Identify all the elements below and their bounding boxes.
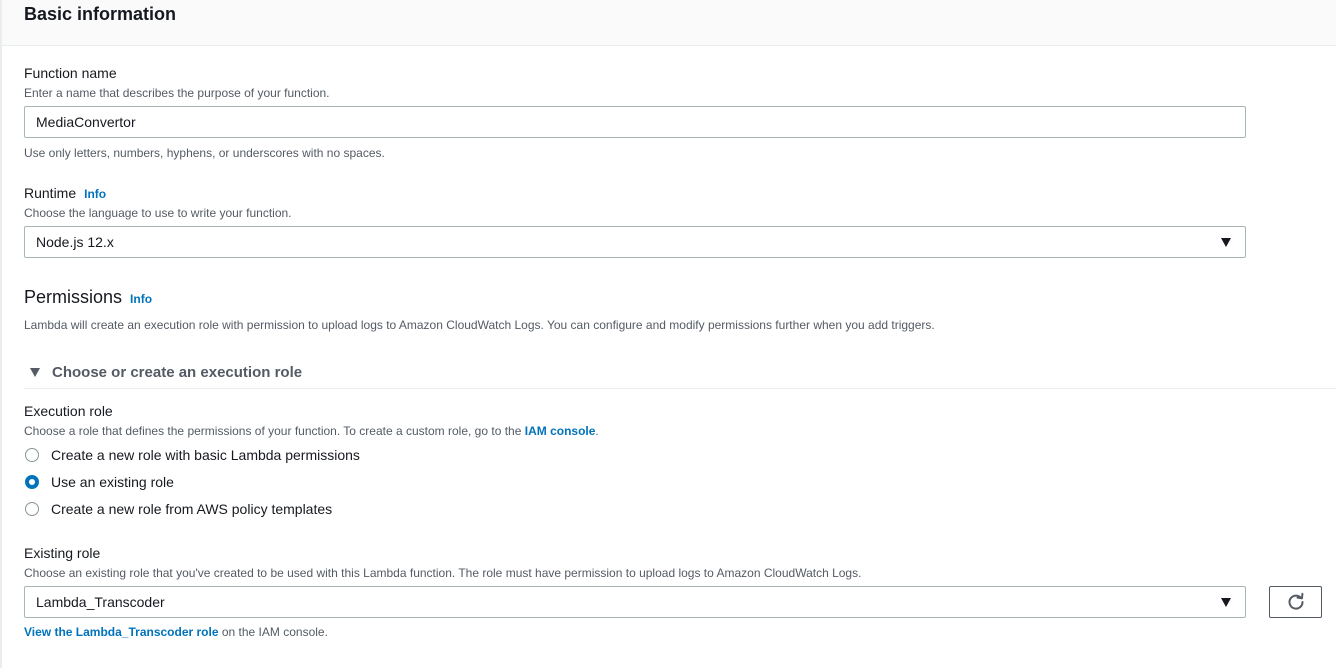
- execution-role-expander[interactable]: Choose or create an execution role: [24, 364, 1336, 389]
- existing-role-label: Existing role: [24, 545, 101, 561]
- radio-label: Use an existing role: [51, 474, 174, 490]
- radio-button[interactable]: [25, 448, 39, 462]
- view-role-link[interactable]: View the Lambda_Transcoder role: [24, 625, 219, 639]
- radio-button-selected[interactable]: [25, 475, 39, 489]
- existing-role-select[interactable]: Lambda_Transcoder: [24, 586, 1246, 618]
- radio-label: Create a new role from AWS policy templa…: [51, 501, 333, 517]
- caret-down-icon: [1221, 238, 1231, 247]
- radio-label: Create a new role with basic Lambda perm…: [51, 447, 360, 463]
- execution-role-description: Choose a role that defines the permissio…: [24, 424, 599, 438]
- refresh-icon: [1288, 592, 1304, 610]
- refresh-roles-button[interactable]: [1269, 586, 1322, 618]
- radio-option-policy-templates[interactable]: Create a new role from AWS policy templa…: [25, 499, 332, 519]
- runtime-info-link[interactable]: Info: [84, 187, 106, 201]
- basic-information-panel: Basic information Function name Enter a …: [0, 0, 1336, 668]
- existing-role-selected-value: Lambda_Transcoder: [36, 594, 165, 610]
- function-name-label: Function name: [24, 65, 117, 81]
- runtime-select[interactable]: Node.js 12.x: [24, 226, 1246, 258]
- function-name-description: Enter a name that describes the purpose …: [24, 86, 330, 100]
- permissions-title: Permissions: [24, 287, 123, 307]
- execution-role-label: Execution role: [24, 403, 113, 419]
- function-name-hint: Use only letters, numbers, hyphens, or u…: [24, 146, 385, 160]
- permissions-description: Lambda will create an execution role wit…: [24, 318, 935, 332]
- view-role-row: View the Lambda_Transcoder role on the I…: [24, 625, 328, 639]
- runtime-selected-value: Node.js 12.x: [36, 234, 114, 250]
- caret-down-icon: [1221, 598, 1231, 607]
- existing-role-description: Choose an existing role that you've crea…: [24, 566, 862, 580]
- iam-console-link[interactable]: IAM console: [525, 424, 596, 438]
- runtime-description: Choose the language to use to write your…: [24, 206, 292, 220]
- radio-option-basic-role[interactable]: Create a new role with basic Lambda perm…: [25, 445, 360, 465]
- execution-role-description-text: Choose a role that defines the permissio…: [24, 424, 522, 438]
- function-name-input[interactable]: [24, 106, 1246, 138]
- permissions-info-link[interactable]: Info: [130, 292, 152, 306]
- radio-button[interactable]: [25, 502, 39, 516]
- runtime-label-group: Runtime Info: [24, 185, 106, 201]
- radio-option-existing-role[interactable]: Use an existing role: [25, 472, 174, 492]
- panel-title: Basic information: [24, 4, 177, 24]
- expander-label: Choose or create an execution role: [52, 364, 303, 381]
- runtime-label: Runtime: [24, 185, 77, 201]
- execution-role-description-suffix: .: [595, 424, 599, 438]
- view-role-suffix: on the IAM console.: [218, 625, 328, 639]
- panel-header: Basic information: [2, 0, 1336, 46]
- permissions-heading: Permissions Info: [24, 287, 152, 308]
- caret-down-icon: [30, 368, 40, 377]
